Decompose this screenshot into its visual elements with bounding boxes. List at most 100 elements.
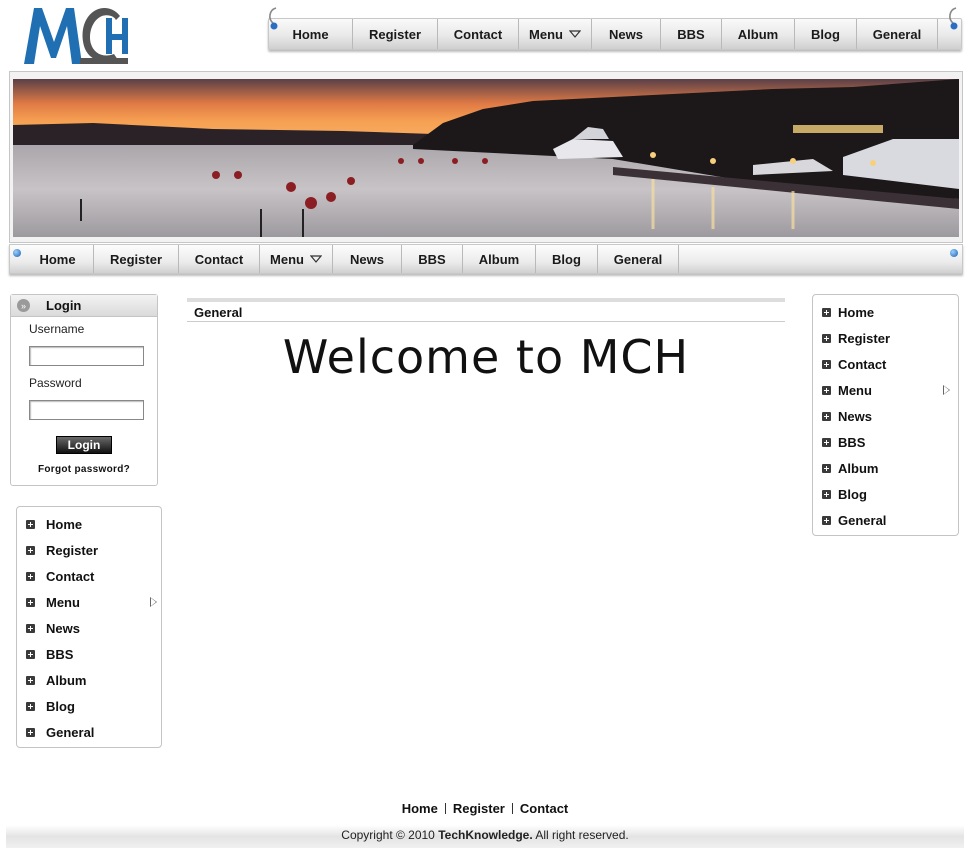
copyright-suffix: All right reserved. bbox=[535, 828, 629, 842]
right-menu-item-general[interactable]: General bbox=[813, 510, 958, 530]
left-menu-item-label: Blog bbox=[46, 698, 75, 714]
right-menu-item-label: Contact bbox=[838, 356, 887, 372]
plus-icon bbox=[822, 515, 831, 525]
footer-separator bbox=[511, 803, 513, 814]
top-nav-general-label: General bbox=[872, 26, 922, 42]
sec-nav-register[interactable]: Register bbox=[94, 245, 179, 273]
login-title: Login bbox=[46, 298, 82, 313]
chevron-right-icon bbox=[943, 385, 950, 395]
left-menu-item-news[interactable]: News bbox=[17, 618, 161, 638]
section-title: General bbox=[194, 305, 243, 320]
right-side-menu: Home Register Contact Menu News BBS Albu… bbox=[812, 294, 959, 536]
plus-icon bbox=[26, 623, 35, 633]
plus-icon bbox=[26, 519, 35, 529]
login-panel-header: » Login bbox=[11, 295, 157, 317]
plus-icon bbox=[26, 701, 35, 711]
plus-icon bbox=[822, 411, 831, 421]
right-menu-item-register[interactable]: Register bbox=[813, 328, 958, 348]
sec-nav-general[interactable]: General bbox=[598, 245, 679, 273]
footer-link-register[interactable]: Register bbox=[453, 801, 505, 816]
chevron-right-icon: » bbox=[17, 299, 30, 312]
rivet-right-icon bbox=[950, 249, 958, 257]
top-nav-register[interactable]: Register bbox=[353, 19, 438, 49]
right-menu-item-blog[interactable]: Blog bbox=[813, 484, 958, 504]
password-field[interactable] bbox=[29, 400, 144, 420]
sec-nav-news[interactable]: News bbox=[333, 245, 402, 273]
sec-nav-bbs-label: BBS bbox=[418, 251, 446, 267]
sec-nav-blog-label: Blog bbox=[552, 251, 581, 267]
top-nav-home-label: Home bbox=[292, 26, 329, 42]
left-menu-item-label: News bbox=[46, 620, 80, 636]
sec-nav-news-label: News bbox=[350, 251, 384, 267]
footer-link-contact[interactable]: Contact bbox=[520, 801, 568, 816]
footer-bar: Copyright © 2010 TechKnowledge. All righ… bbox=[6, 825, 964, 848]
plus-icon bbox=[822, 385, 831, 395]
left-menu-item-label: BBS bbox=[46, 646, 74, 662]
sec-nav-album[interactable]: Album bbox=[463, 245, 536, 273]
sec-nav-contact[interactable]: Contact bbox=[179, 245, 260, 273]
left-menu-item-blog[interactable]: Blog bbox=[17, 696, 161, 716]
sec-nav-bbs[interactable]: BBS bbox=[402, 245, 463, 273]
top-nav-menu[interactable]: Menu bbox=[519, 19, 592, 49]
right-menu-item-label: Home bbox=[838, 304, 875, 320]
plus-icon bbox=[822, 307, 831, 317]
plus-icon bbox=[822, 437, 831, 447]
top-nav-contact[interactable]: Contact bbox=[438, 19, 519, 49]
top-nav-home[interactable]: Home bbox=[269, 19, 353, 49]
sec-nav-general-label: General bbox=[613, 251, 663, 267]
plus-icon bbox=[26, 649, 35, 659]
left-menu-item-bbs[interactable]: BBS bbox=[17, 644, 161, 664]
left-menu-item-general[interactable]: General bbox=[17, 722, 161, 742]
left-menu-item-menu[interactable]: Menu bbox=[17, 592, 161, 612]
left-menu-item-home[interactable]: Home bbox=[17, 514, 161, 534]
left-side-menu: Home Register Contact Menu News BBS Albu… bbox=[16, 506, 162, 748]
right-menu-item-label: General bbox=[838, 512, 887, 528]
right-menu-item-album[interactable]: Album bbox=[813, 458, 958, 478]
plus-icon bbox=[822, 359, 831, 369]
top-nav-album-label: Album bbox=[737, 26, 779, 42]
top-nav-news-label: News bbox=[609, 26, 643, 42]
footer-separator bbox=[444, 803, 446, 814]
sec-nav-home[interactable]: Home bbox=[22, 245, 94, 273]
chevron-right-icon bbox=[150, 597, 157, 607]
right-menu-item-contact[interactable]: Contact bbox=[813, 354, 958, 374]
right-menu-item-label: Register bbox=[838, 330, 891, 346]
plus-icon bbox=[26, 727, 35, 737]
top-nav-blog[interactable]: Blog bbox=[795, 19, 857, 49]
footer-link-home[interactable]: Home bbox=[402, 801, 438, 816]
header-banner bbox=[9, 71, 963, 243]
sec-nav-register-label: Register bbox=[109, 251, 163, 267]
content-section-header: General bbox=[187, 298, 785, 322]
top-nav-bbs[interactable]: BBS bbox=[661, 19, 722, 49]
plus-icon bbox=[822, 489, 831, 499]
username-field[interactable] bbox=[29, 346, 144, 366]
hanger-right-icon bbox=[947, 7, 961, 33]
right-menu-item-bbs[interactable]: BBS bbox=[813, 432, 958, 452]
plus-icon bbox=[26, 675, 35, 685]
forgot-password-link[interactable]: Forgot password? bbox=[11, 464, 157, 475]
plus-icon bbox=[26, 597, 35, 607]
top-nav-general[interactable]: General bbox=[857, 19, 938, 49]
sec-nav-album-label: Album bbox=[478, 251, 520, 267]
sec-nav-home-label: Home bbox=[39, 251, 76, 267]
chevron-down-icon bbox=[309, 255, 322, 263]
right-menu-item-news[interactable]: News bbox=[813, 406, 958, 426]
top-navigation: Home Register Contact Menu News BBS Albu… bbox=[268, 7, 962, 50]
left-menu-item-album[interactable]: Album bbox=[17, 670, 161, 690]
sec-nav-contact-label: Contact bbox=[194, 251, 244, 267]
sec-nav-menu[interactable]: Menu bbox=[260, 245, 333, 273]
right-menu-item-label: Menu bbox=[838, 382, 872, 398]
top-nav-news[interactable]: News bbox=[592, 19, 661, 49]
sec-nav-blog[interactable]: Blog bbox=[536, 245, 598, 273]
login-button[interactable]: Login bbox=[56, 436, 112, 454]
right-menu-item-menu[interactable]: Menu bbox=[813, 380, 958, 400]
site-logo[interactable] bbox=[20, 2, 140, 68]
right-menu-item-home[interactable]: Home bbox=[813, 302, 958, 322]
top-nav-album[interactable]: Album bbox=[722, 19, 795, 49]
top-nav-menu-label: Menu bbox=[529, 26, 563, 42]
copyright-prefix: Copyright © 2010 bbox=[341, 828, 435, 842]
left-menu-item-contact[interactable]: Contact bbox=[17, 566, 161, 586]
right-menu-item-label: BBS bbox=[838, 434, 866, 450]
left-menu-item-register[interactable]: Register bbox=[17, 540, 161, 560]
left-menu-item-label: General bbox=[46, 724, 95, 740]
